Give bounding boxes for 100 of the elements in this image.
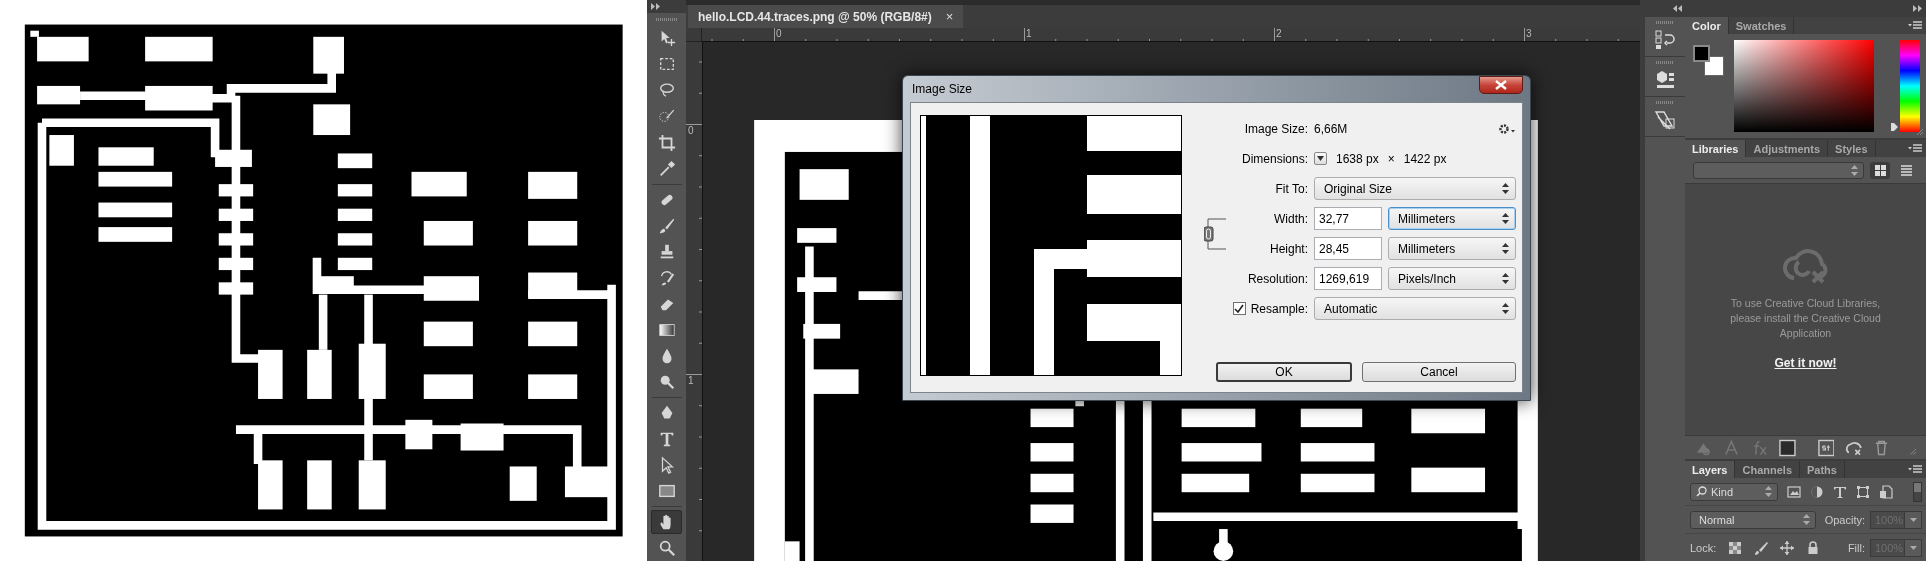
settings-icon[interactable]: [1498, 122, 1516, 135]
field-label: Opacity:: [1824, 513, 1865, 526]
dialog-title: Image Size: [912, 82, 973, 96]
close-tab-button[interactable]: ×: [945, 9, 954, 24]
close-icon: [1495, 80, 1507, 90]
fit-to-select[interactable]: Original Size: [1314, 177, 1516, 200]
caret-icon: [1909, 545, 1917, 550]
updown-arrows-icon: [1502, 183, 1509, 194]
get-it-now-link[interactable]: Get it now!: [1774, 356, 1837, 370]
filter-kind-select[interactable]: Kind: [1690, 482, 1778, 501]
hue-slider-thumb[interactable]: [1891, 123, 1898, 132]
grid-icon: [1874, 164, 1886, 176]
field-label: Width:: [1273, 211, 1308, 226]
history-panel-icon[interactable]: [1654, 29, 1676, 51]
field-label: Fill:: [1847, 541, 1865, 554]
document-tab[interactable]: hello.LCD.44.traces.png @ 50% (RGB/8#) ×: [688, 5, 964, 28]
times-sign: ×: [1387, 151, 1395, 166]
move-arrows-icon[interactable]: [1780, 540, 1795, 555]
select-value: Millimeters: [1398, 241, 1456, 256]
ok-button[interactable]: OK: [1216, 362, 1352, 382]
type-filter-icon[interactable]: [1833, 484, 1847, 499]
image-filter-icon[interactable]: [1787, 484, 1801, 499]
color-swatches[interactable]: [1693, 45, 1725, 77]
color-square-icon[interactable]: [1778, 438, 1796, 457]
smart-object-filter-icon[interactable]: [1879, 484, 1893, 499]
cube-properties-icon[interactable]: [1654, 69, 1676, 91]
panel-tab[interactable]: Libraries: [1685, 140, 1747, 157]
number-field[interactable]: 32,77: [1314, 207, 1382, 230]
brush-icon: [657, 216, 676, 235]
panel-tab[interactable]: Layers: [1685, 461, 1736, 478]
image-size-value: 6,66M: [1314, 121, 1349, 136]
zoom-icon: [657, 539, 676, 558]
select-value: Pixels/Inch: [1398, 271, 1457, 286]
field-label: Dimensions:: [1240, 151, 1308, 166]
number-field[interactable]: 28,45: [1314, 237, 1382, 260]
filter-toggle-switch[interactable]: [1913, 481, 1922, 502]
brush-icon[interactable]: [1754, 540, 1769, 555]
lock-transparency-icon[interactable]: [1728, 540, 1743, 555]
updown-arrows-icon: [1851, 164, 1858, 176]
cloud-disconnected-icon: [1781, 248, 1830, 286]
adjustment-filter-icon[interactable]: [1810, 484, 1824, 499]
updown-arrows-icon: [1502, 273, 1509, 284]
checkmark-icon: [1234, 304, 1245, 313]
stock-icon[interactable]: [1817, 438, 1835, 457]
rectangle-shape-icon: [657, 482, 676, 500]
panel-tab[interactable]: Color: [1685, 17, 1729, 34]
updown-arrows-icon: [1765, 486, 1772, 497]
expand-arrows-icon[interactable]: [651, 3, 660, 11]
select-value: Automatic: [1324, 301, 1378, 316]
number-field[interactable]: 1269,619: [1314, 267, 1382, 290]
list-icon: [1900, 164, 1912, 176]
shape-filter-icon[interactable]: [1856, 484, 1870, 499]
collapse-arrows-icon[interactable]: [1673, 5, 1682, 12]
ruler-label: 1: [688, 376, 694, 386]
panel-menu-icon[interactable]: [1908, 21, 1922, 30]
search-icon: [1696, 486, 1707, 497]
select-value: Kind: [1711, 485, 1735, 498]
crop-icon: [657, 133, 676, 152]
transform-shapes-icon[interactable]: [1654, 109, 1676, 131]
resample-select[interactable]: Automatic: [1314, 297, 1516, 320]
updown-arrows-icon: [1802, 514, 1810, 525]
updown-arrows-icon: [1502, 243, 1509, 254]
eyedropper-icon: [657, 159, 676, 178]
select-value: Original Size: [1324, 181, 1393, 196]
ruler-label: 0: [776, 29, 782, 39]
expand-arrows-icon[interactable]: [1913, 5, 1922, 12]
unit-select[interactable]: Pixels/Inch: [1388, 267, 1516, 290]
ruler-label: 1: [1026, 29, 1032, 39]
color-field[interactable]: [1734, 40, 1874, 132]
library-message: To use Creative Cloud Libraries, please install the Creative Cloud Application: [1729, 296, 1882, 341]
panel-tab[interactable]: Adjustments: [1746, 140, 1829, 157]
select-value: Normal: [1699, 513, 1735, 526]
lock-icon[interactable]: [1806, 540, 1821, 555]
panel-tab[interactable]: Channels: [1735, 461, 1800, 478]
field-label: Height:: [1268, 241, 1308, 256]
field-label: Resample:: [1250, 301, 1308, 316]
updown-arrows-icon: [1502, 213, 1509, 224]
panel-menu-icon[interactable]: [1908, 144, 1922, 153]
close-button[interactable]: [1479, 76, 1523, 94]
caret-icon: [1317, 156, 1324, 161]
grid-view-button[interactable]: [1870, 161, 1890, 179]
dimension-value: 1638 px: [1336, 151, 1379, 166]
field-label: Image Size:: [1243, 121, 1308, 136]
cancel-button[interactable]: Cancel: [1362, 362, 1516, 382]
field-label: Resolution:: [1246, 271, 1308, 286]
resize-grip-icon[interactable]: [1916, 128, 1924, 136]
ruler-label: 3: [1526, 29, 1532, 39]
dimensions-menu-button[interactable]: [1314, 152, 1327, 165]
panel-menu-icon[interactable]: [1908, 465, 1922, 474]
panel-tab[interactable]: Paths: [1800, 461, 1845, 478]
field-label: Fit To:: [1274, 181, 1308, 196]
panel-tab[interactable]: Styles: [1828, 140, 1876, 157]
resample-checkbox[interactable]: [1232, 302, 1246, 315]
blend-mode-select[interactable]: Normal: [1690, 510, 1816, 529]
tool-button[interactable]: [651, 510, 682, 535]
unit-select[interactable]: Millimeters: [1388, 207, 1516, 230]
caret-icon: [1909, 517, 1917, 522]
ruler-label: 0: [688, 126, 694, 136]
unit-select[interactable]: Millimeters: [1388, 237, 1516, 260]
updown-arrows-icon: [1502, 303, 1509, 314]
